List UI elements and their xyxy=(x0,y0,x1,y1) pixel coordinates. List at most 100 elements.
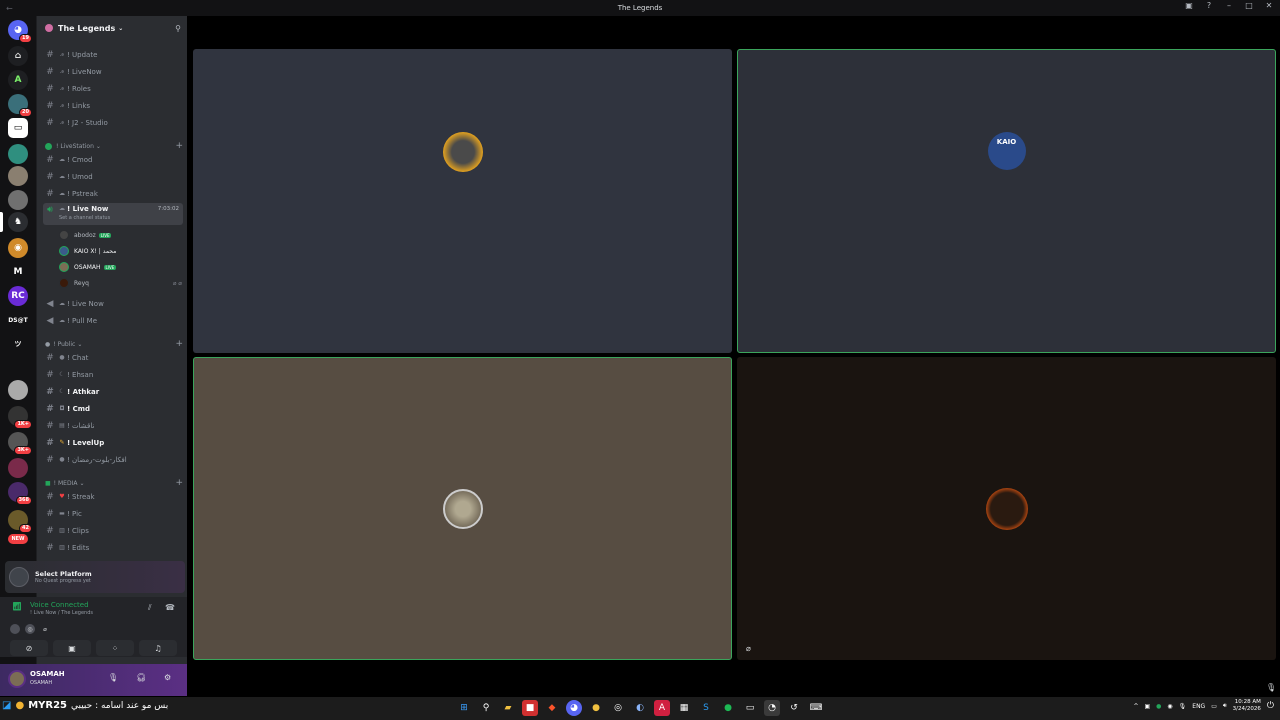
minimize-button[interactable]: – xyxy=(1222,1,1236,10)
activity-icon[interactable] xyxy=(10,624,20,634)
channel-ehsan[interactable]: # ☾! Ehsan xyxy=(43,367,183,382)
back-arrow-icon[interactable]: ← xyxy=(6,4,13,13)
server-icon-15[interactable]: 1K+ xyxy=(8,406,32,429)
app-keyboard-icon[interactable]: ⌨ xyxy=(808,700,824,716)
app-active-icon[interactable]: ◔ xyxy=(764,700,780,716)
channel-update[interactable]: # ꭿ! Update xyxy=(43,47,183,62)
app-blue-icon[interactable]: ◐ xyxy=(632,700,648,716)
new-badge[interactable]: NEW xyxy=(8,534,28,544)
channel-clips[interactable]: # ▥! Clips xyxy=(43,523,183,538)
camera-off-button[interactable]: ⊘ xyxy=(10,640,48,656)
add-channel-icon[interactable]: + xyxy=(175,141,183,151)
channel-status-prompt[interactable]: Set a channel status xyxy=(59,215,110,221)
channel-chat[interactable]: # ●! Chat xyxy=(43,350,183,365)
spotify-icon[interactable]: ● xyxy=(720,700,736,716)
server-icon-11[interactable]: RC xyxy=(8,286,28,306)
app-a-icon[interactable]: A xyxy=(654,700,670,716)
add-channel-icon[interactable]: + xyxy=(175,339,183,349)
server-icon-4[interactable]: ▭ xyxy=(8,118,28,138)
server-icon-6[interactable] xyxy=(8,166,28,186)
avatar[interactable] xyxy=(8,670,26,688)
settings-gear-icon[interactable]: ⚙ xyxy=(164,673,171,682)
activities-button[interactable]: ⁘ xyxy=(96,640,134,656)
app-box-icon[interactable]: ▭ xyxy=(742,700,758,716)
voice-user[interactable]: abodoz LIVE xyxy=(59,228,184,242)
voice-channel-live-now-active[interactable]: 🔊︎ ☁ ! Live Now 7:03:02 Set a channel sta… xyxy=(43,203,183,225)
app-grid-icon[interactable]: ▦ xyxy=(676,700,692,716)
search-icon[interactable]: ⚲ xyxy=(478,700,494,716)
help-icon[interactable]: ? xyxy=(1202,1,1216,10)
channel-cmd[interactable]: # ◘! Cmd xyxy=(43,401,183,416)
soundboard-button[interactable]: ♫ xyxy=(139,640,177,656)
add-channel-icon[interactable]: + xyxy=(175,478,183,488)
channel-edits[interactable]: # ▥! Edits xyxy=(43,540,183,555)
video-tile-4[interactable]: ⌀ xyxy=(737,357,1276,660)
windows-start-icon[interactable]: ⊞ xyxy=(456,700,472,716)
steam-icon[interactable]: ◎ xyxy=(610,700,626,716)
add-friend-icon[interactable]: ⚲ xyxy=(175,24,181,33)
server-icon-13[interactable]: ツ xyxy=(8,334,28,354)
channel-roles[interactable]: # ꭿ! Roles xyxy=(43,81,183,96)
app-arrow-icon[interactable]: ↺ xyxy=(786,700,802,716)
brave-icon[interactable]: ◆ xyxy=(544,700,560,716)
tray-mic-icon[interactable]: 🎙︎ xyxy=(1179,703,1187,710)
server-icon-10[interactable]: M xyxy=(8,262,28,282)
voice-user[interactable]: Reyq ⌀ ⌀ xyxy=(59,276,184,290)
category-livestation[interactable]: ! LiveStation ⌄ + xyxy=(45,140,185,152)
voice-status[interactable]: Voice Connected xyxy=(30,601,89,609)
voice-user[interactable]: OSAMAH LIVE xyxy=(59,260,184,274)
server-icon-19[interactable]: 42 xyxy=(8,510,32,533)
close-button[interactable]: ✕ xyxy=(1262,1,1276,10)
voice-user[interactable]: KAIO X! | محمد xyxy=(59,244,184,258)
tray-discord-icon[interactable]: ● xyxy=(1156,703,1161,710)
headphones-icon[interactable]: 🎧︎ xyxy=(136,673,146,682)
krisp-icon[interactable]: ⌀ xyxy=(40,624,50,634)
channel-streak[interactable]: # ♥! Streak xyxy=(43,489,183,504)
server-icon-17[interactable] xyxy=(8,458,28,478)
server-icon-ds[interactable]: DS@T xyxy=(8,310,28,330)
voice-location[interactable]: ! Live Now / The Legends xyxy=(30,610,93,616)
tray-chevron-icon[interactable]: ^ xyxy=(1133,703,1138,710)
folder-icon[interactable]: ▰ xyxy=(500,700,516,716)
quest-banner[interactable]: Select Platform No Quest progress yet xyxy=(5,561,185,593)
app-yellow-icon[interactable]: ● xyxy=(588,700,604,716)
tray-nvidia-icon[interactable]: ◉ xyxy=(1167,703,1172,710)
microphone-icon[interactable]: 🎙︎ xyxy=(108,673,118,682)
category-media[interactable]: ■ ! MEDIA ⌄ + xyxy=(45,477,185,489)
server-icon-1[interactable]: ⌂ xyxy=(8,46,28,66)
server-icon-9[interactable]: ◉ xyxy=(8,238,28,258)
video-tile-3[interactable] xyxy=(193,357,732,660)
voice-channel-live-now[interactable]: ◀ ☁! Live Now xyxy=(43,296,183,311)
category-public[interactable]: ● ! Public ⌄ + xyxy=(45,338,185,350)
server-icon-16[interactable]: 3K+ xyxy=(8,432,32,455)
network-icon[interactable]: ▭ xyxy=(1211,703,1217,710)
server-icon-5[interactable] xyxy=(8,144,28,164)
notification-icon[interactable]: ⏻ xyxy=(1267,701,1274,711)
maximize-button[interactable]: □ xyxy=(1242,1,1256,10)
voice-channel-pull-me[interactable]: ◀ ☁! Pull Me xyxy=(43,313,183,328)
video-tile-1[interactable] xyxy=(193,49,732,353)
volume-icon[interactable]: 🔊︎ xyxy=(1223,702,1227,710)
server-header[interactable]: The Legends ⌄ ⚲ xyxy=(37,16,187,40)
channel-j2-studio[interactable]: # ꭿ! J2 - Studio xyxy=(43,115,183,130)
server-icon-the-legends[interactable]: ♞ xyxy=(8,212,28,232)
inbox-icon[interactable]: ▣ xyxy=(1182,1,1196,10)
channel-levelup[interactable]: # ✎! LevelUp xyxy=(43,435,183,450)
tray-app-icon[interactable]: ▣ xyxy=(1144,703,1150,710)
server-icon-7[interactable] xyxy=(8,190,28,210)
soundboard-icon[interactable]: ◎ xyxy=(25,624,35,634)
disconnect-icon[interactable]: ☎ xyxy=(165,603,175,612)
server-icon-2[interactable]: A xyxy=(8,70,28,90)
channel-arabic-1[interactable]: # ▤! ناقشات xyxy=(43,418,183,433)
server-icon-14[interactable] xyxy=(8,380,28,400)
screen-share-button[interactable]: ▣ xyxy=(53,640,91,656)
app-red-icon[interactable]: ■ xyxy=(522,700,538,716)
stage-mic-icon[interactable]: 🎙︎ xyxy=(1266,683,1276,692)
channel-athkar[interactable]: # ☾! Athkar xyxy=(43,384,183,399)
server-icon-3[interactable]: 20 xyxy=(8,94,32,117)
channel-pic[interactable]: # ▬! Pic xyxy=(43,506,183,521)
channel-links[interactable]: # ꭿ! Links xyxy=(43,98,183,113)
language-indicator[interactable]: ENG xyxy=(1192,703,1205,710)
channel-livenow[interactable]: # ꭿ! LiveNow xyxy=(43,64,183,79)
clock[interactable]: 10:28 AM 3/24/2026 xyxy=(1233,699,1261,713)
